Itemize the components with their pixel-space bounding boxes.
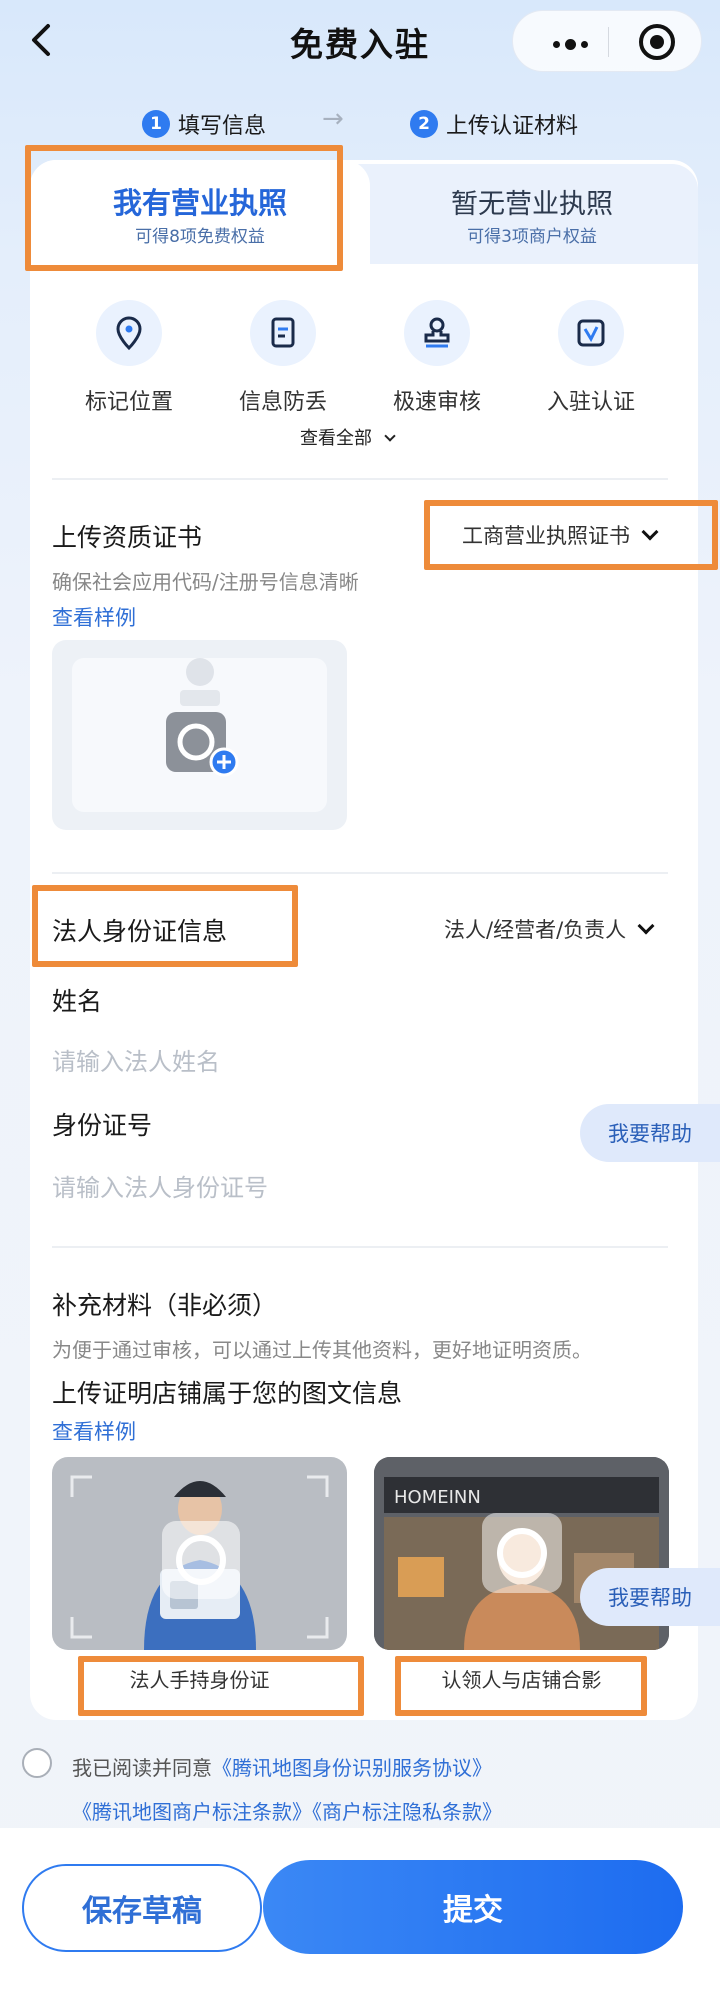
merchant-terms-link[interactable]: 《腾讯地图商户标注条款》: [72, 1800, 312, 1824]
stamp-icon: [404, 300, 470, 366]
submit-button[interactable]: 提交: [263, 1860, 683, 1954]
service-agreement-link[interactable]: 《腾讯地图身份识别服务协议》: [212, 1756, 492, 1780]
highlight-box: [32, 885, 298, 967]
supplement-title: 补充材料（非必须）: [52, 1291, 278, 1320]
view-all-link[interactable]: 查看全部: [300, 424, 396, 450]
help-button[interactable]: 我要帮助: [580, 1104, 720, 1162]
storefront-sign: HOMEINN: [394, 1487, 481, 1508]
benefit-certify: 入驻认证: [516, 300, 666, 416]
qualification-hint: 确保社会应用代码/注册号信息清晰: [52, 570, 359, 594]
license-upload-area[interactable]: [52, 640, 347, 830]
highlight-box: [424, 500, 718, 570]
highlight-box: [78, 1656, 364, 1716]
benefit-review: 极速审核: [362, 300, 512, 416]
divider: [52, 478, 668, 480]
benefit-location: 标记位置: [54, 300, 204, 416]
divider: [52, 872, 668, 874]
id-number-label: 身份证号: [52, 1111, 153, 1140]
mini-program-capsule: [512, 10, 702, 72]
step-2-label: 上传认证材料: [446, 114, 579, 139]
step-1: 1 填写信息: [142, 108, 266, 140]
document-icon: [250, 300, 316, 366]
name-input[interactable]: 请输入法人姓名: [52, 1042, 220, 1077]
highlight-box: [25, 145, 343, 271]
chevron-down-icon: [384, 430, 396, 442]
arrow-right-icon: →: [322, 104, 344, 134]
highlight-box: [395, 1656, 647, 1716]
target-icon[interactable]: [639, 24, 675, 60]
benefit-info: 信息防丢: [208, 300, 358, 416]
save-draft-button[interactable]: 保存草稿: [22, 1864, 262, 1952]
agreement-links: 《腾讯地图商户标注条款》《商户标注隐私条款》: [72, 1796, 502, 1825]
more-dots-icon[interactable]: [553, 39, 588, 50]
divider: [52, 1246, 668, 1248]
supplement-subtitle: 上传证明店铺属于您的图文信息: [52, 1379, 403, 1408]
role-select[interactable]: 法人/经营者/负责人: [444, 914, 655, 944]
tab-no-license-subtitle: 可得3项商户权益: [467, 227, 597, 247]
view-sample-link[interactable]: 查看样例: [52, 602, 136, 632]
id-number-input[interactable]: 请输入法人身份证号: [52, 1168, 268, 1203]
chevron-down-icon: [637, 917, 655, 935]
tab-no-license-title: 暂无营业执照: [451, 189, 613, 220]
name-label: 姓名: [52, 987, 103, 1016]
id-holding-photo-upload[interactable]: [52, 1457, 347, 1650]
help-button-floating[interactable]: 我要帮助: [580, 1568, 720, 1626]
location-pin-icon: [96, 300, 162, 366]
qualification-title: 上传资质证书: [52, 523, 203, 552]
verified-badge-icon: [558, 300, 624, 366]
privacy-terms-link[interactable]: 《商户标注隐私条款》: [312, 1800, 502, 1824]
step-1-label: 填写信息: [178, 114, 267, 139]
step-2: 2 上传认证材料: [410, 108, 578, 140]
agreement-text: 我已阅读并同意《腾讯地图身份识别服务协议》: [72, 1756, 492, 1780]
supplement-hint: 为便于通过审核，可以通过上传其他资料，更好地证明资质。: [52, 1338, 592, 1362]
agree-checkbox[interactable]: [22, 1748, 52, 1778]
supplement-sample-link[interactable]: 查看样例: [52, 1416, 136, 1446]
